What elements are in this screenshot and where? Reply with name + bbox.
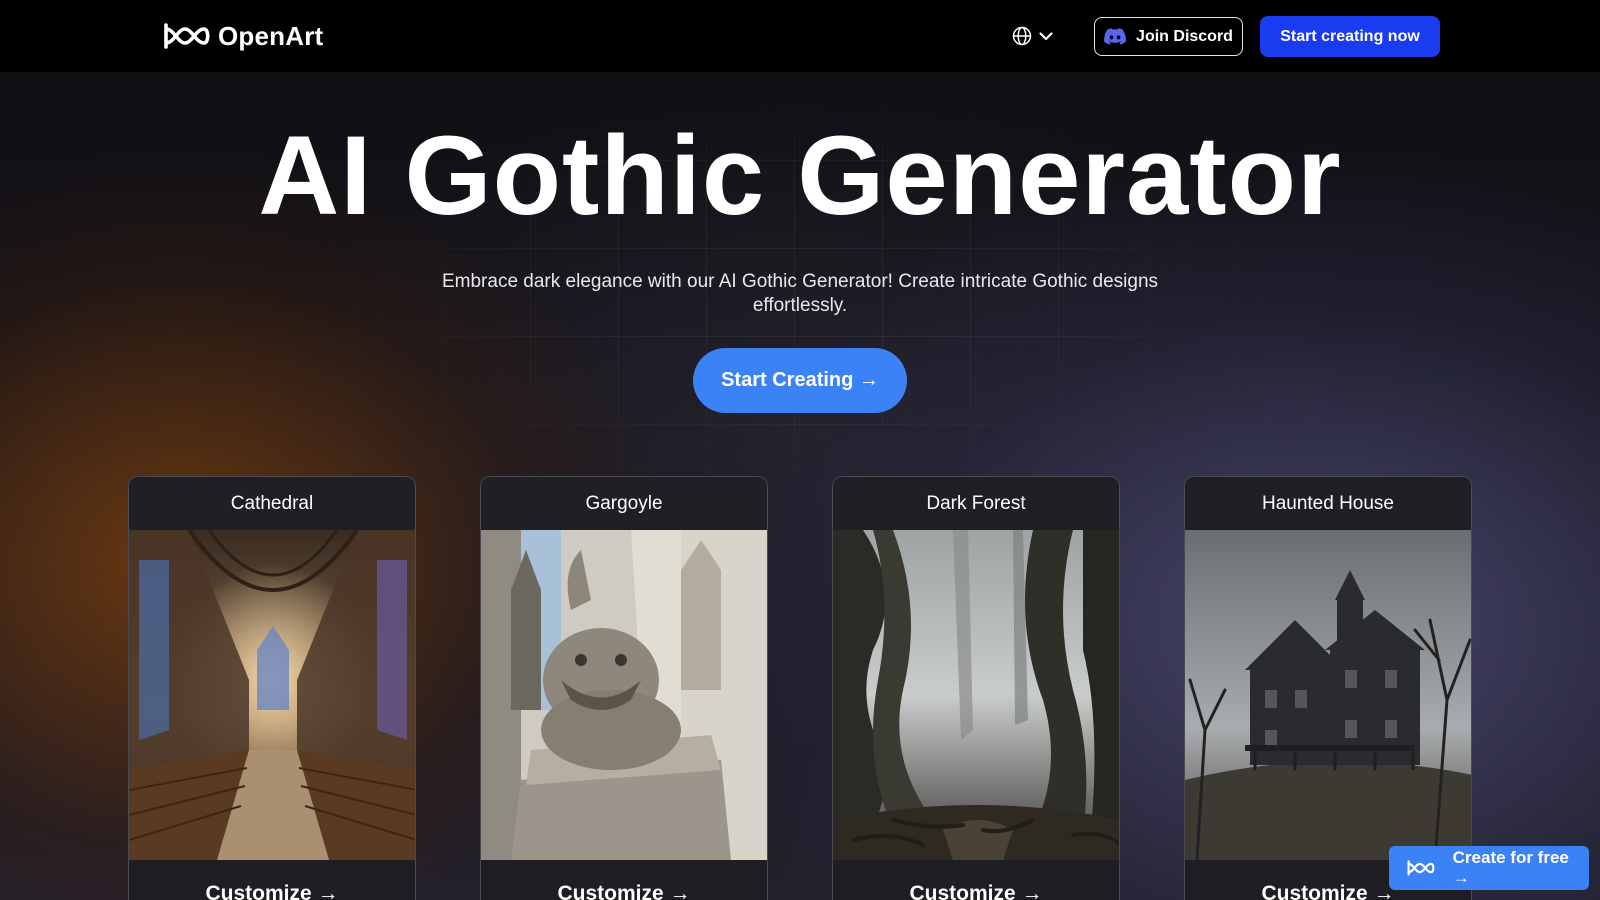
card-title: Haunted House xyxy=(1185,477,1471,530)
style-card-haunted-house[interactable]: Haunted House Customize → xyxy=(1184,476,1472,900)
style-card-cathedral[interactable]: Cathedral Customize → xyxy=(128,476,416,900)
join-discord-button[interactable]: Join Discord xyxy=(1094,17,1243,56)
globe-icon xyxy=(1012,26,1032,46)
card-title: Cathedral xyxy=(129,477,415,530)
hero-subtitle: Embrace dark elegance with our AI Gothic… xyxy=(441,271,1159,316)
language-selector[interactable] xyxy=(1012,24,1054,48)
haunted-house-image xyxy=(1185,530,1471,860)
page-title: AI Gothic Generator xyxy=(258,113,1342,238)
card-title: Dark Forest xyxy=(833,477,1119,530)
discord-icon xyxy=(1104,28,1126,45)
card-title: Gargoyle xyxy=(481,477,767,530)
gargoyle-image xyxy=(481,530,767,860)
openart-logo-icon xyxy=(1407,860,1435,876)
customize-button[interactable]: Customize → xyxy=(833,860,1119,900)
join-discord-label: Join Discord xyxy=(1136,27,1233,45)
chevron-down-icon xyxy=(1039,32,1053,41)
hero-start-creating-button[interactable]: Start Creating → xyxy=(693,348,907,413)
customize-button[interactable]: Customize → xyxy=(481,860,767,900)
start-creating-now-button[interactable]: Start creating now xyxy=(1260,16,1440,57)
brand-name: OpenArt xyxy=(218,20,324,51)
customize-button[interactable]: Customize → xyxy=(129,860,415,900)
brand-logo[interactable]: OpenArt xyxy=(160,20,323,52)
openart-logo-icon xyxy=(164,23,210,49)
cathedral-image xyxy=(129,530,415,860)
style-card-gargoyle[interactable]: Gargoyle Customize → xyxy=(480,476,768,900)
dark-forest-image xyxy=(833,530,1119,860)
create-for-free-label: Create for free → xyxy=(1452,848,1569,887)
create-for-free-floating-button[interactable]: Create for free → xyxy=(1389,846,1589,890)
style-card-dark-forest[interactable]: Dark Forest Customize → xyxy=(832,476,1120,900)
top-navbar: OpenArt Join Discord Start creating now xyxy=(0,0,1600,72)
